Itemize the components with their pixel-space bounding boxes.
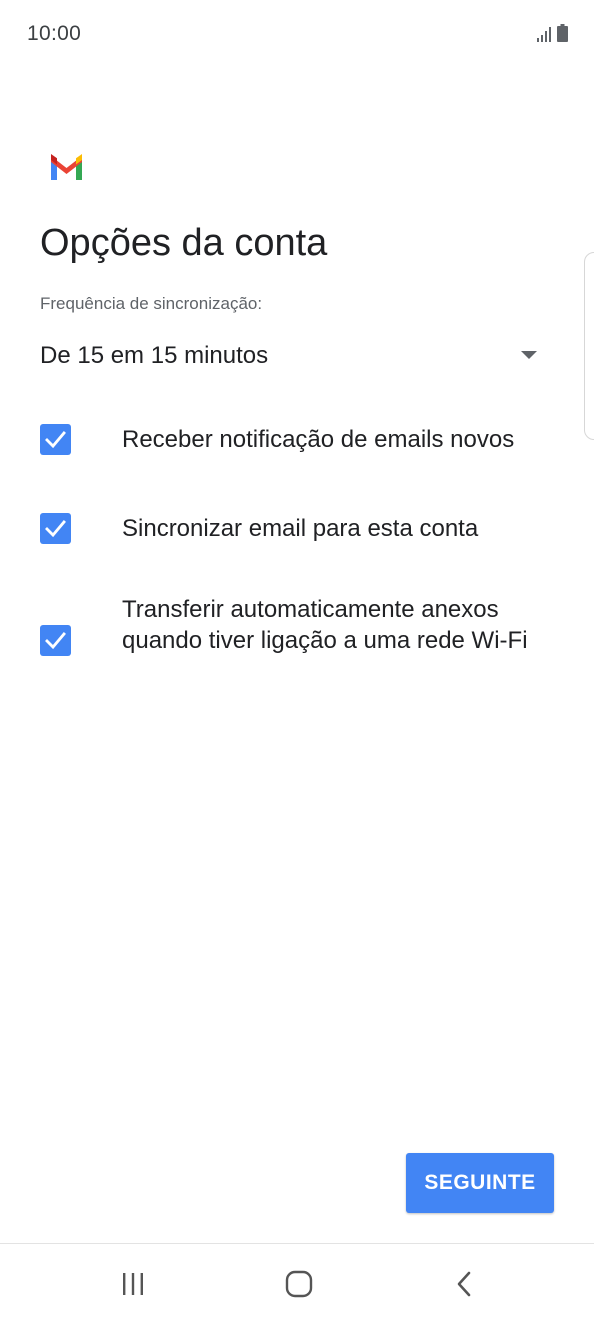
battery-icon	[557, 24, 568, 42]
signal-icon	[537, 27, 551, 42]
scroll-handle[interactable]	[584, 252, 594, 440]
checkmark-icon	[45, 520, 66, 538]
page-title: Opções da conta	[40, 222, 328, 264]
back-button[interactable]	[440, 1264, 490, 1304]
checkmark-icon	[45, 431, 66, 449]
checkbox-auto-download-attachments[interactable]	[40, 625, 71, 656]
status-icons	[536, 24, 568, 42]
sync-frequency-label: Frequência de sincronização:	[40, 294, 263, 313]
checkbox-sync-email[interactable]	[40, 513, 71, 544]
checkbox-new-email-notifications[interactable]	[40, 424, 71, 455]
dropdown-arrow-icon	[521, 351, 537, 359]
home-icon	[285, 1270, 313, 1298]
option-auto-download-attachments[interactable]: Transferir automaticamente anexos quando…	[40, 594, 560, 690]
option-sync-email[interactable]: Sincronizar email para esta conta	[40, 513, 560, 545]
checkmark-icon	[45, 632, 66, 650]
home-button[interactable]	[274, 1264, 324, 1304]
sync-frequency-dropdown[interactable]: De 15 em 15 minutos	[40, 330, 546, 382]
recent-apps-button[interactable]	[108, 1264, 158, 1304]
recent-apps-icon	[123, 1273, 143, 1295]
sync-frequency-value: De 15 em 15 minutos	[40, 342, 269, 369]
gmail-logo-icon	[51, 154, 82, 180]
back-icon	[457, 1271, 471, 1297]
next-button[interactable]: SEGUINTE	[406, 1153, 554, 1213]
option-label-sync-email: Sincronizar email para esta conta	[122, 515, 479, 542]
option-label-new-email-notifications: Receber notificação de emails novos	[122, 426, 515, 453]
status-time: 10:00	[27, 22, 82, 45]
option-new-email-notifications[interactable]: Receber notificação de emails novos	[40, 424, 560, 456]
navigation-bar	[0, 1244, 594, 1322]
status-bar: 10:00	[0, 0, 594, 68]
option-label-auto-download-attachments: Transferir automaticamente anexos quando…	[122, 596, 528, 654]
